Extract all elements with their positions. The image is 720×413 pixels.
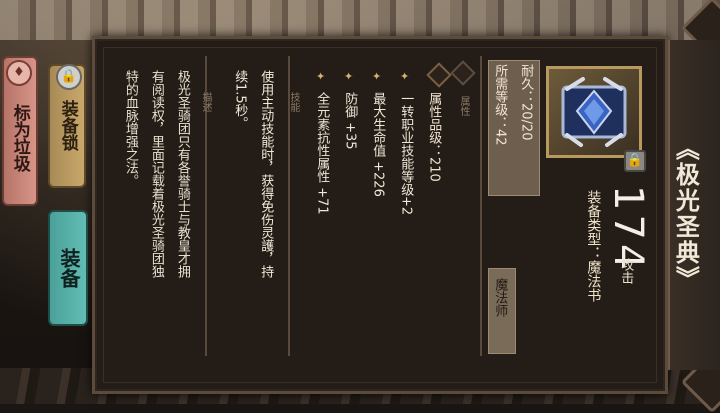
- equip-lock-label: 装备锁: [57, 100, 78, 151]
- item-icon-frame: [546, 66, 642, 158]
- mark-as-trash-label: 标为垃圾: [9, 104, 30, 172]
- background-top-art: [0, 0, 720, 40]
- description-line: 有阅读权，里面记载着极光圣骑团独: [148, 70, 164, 278]
- stat-bullet-icon: ✦: [400, 70, 410, 83]
- equip-type: 装备类型：魔法书: [585, 190, 602, 302]
- stat-bullet-icon: ✦: [316, 70, 326, 83]
- attack-label: 攻击: [618, 258, 634, 284]
- properties-section-label: 属性: [458, 96, 469, 116]
- section-divider: [480, 56, 482, 356]
- item-title: 《极光圣典》: [671, 136, 700, 292]
- required-level: 所需等级：42: [492, 64, 508, 146]
- stat-bullet-icon: ✦: [344, 70, 354, 83]
- stat-line: 防御 +35: [342, 92, 358, 150]
- stat-line: 一转职业技能等级+2: [398, 92, 414, 216]
- trash-icon: ♦: [6, 60, 32, 86]
- skill-text-line: 续1.5秒。: [232, 70, 248, 130]
- skill-text-line: 使用主动技能时，获得免伤灵護，持: [258, 70, 274, 278]
- description-line: 特的血脉增强之法。: [122, 70, 138, 187]
- equip-button-label: 装备: [57, 248, 81, 288]
- aurora-tome-icon: [561, 77, 627, 147]
- lock-icon: 🔒: [56, 64, 82, 90]
- property-grade: 属性品级：210: [426, 92, 442, 182]
- description-line: 极光圣骑团只有各誉骑士与教皇才拥: [174, 70, 190, 278]
- item-lock-icon: 🔒: [624, 150, 646, 172]
- skill-section-label: 技能: [288, 92, 299, 112]
- description-section-label: 描述: [200, 92, 211, 112]
- stat-line: 最大生命值 +226: [370, 92, 386, 197]
- stat-bullet-icon: ✦: [372, 70, 382, 83]
- durability: 耐久：20/20: [518, 64, 534, 141]
- class-label: 魔法师: [492, 278, 508, 317]
- stat-line: 全元素抗性属性 +71: [314, 92, 330, 215]
